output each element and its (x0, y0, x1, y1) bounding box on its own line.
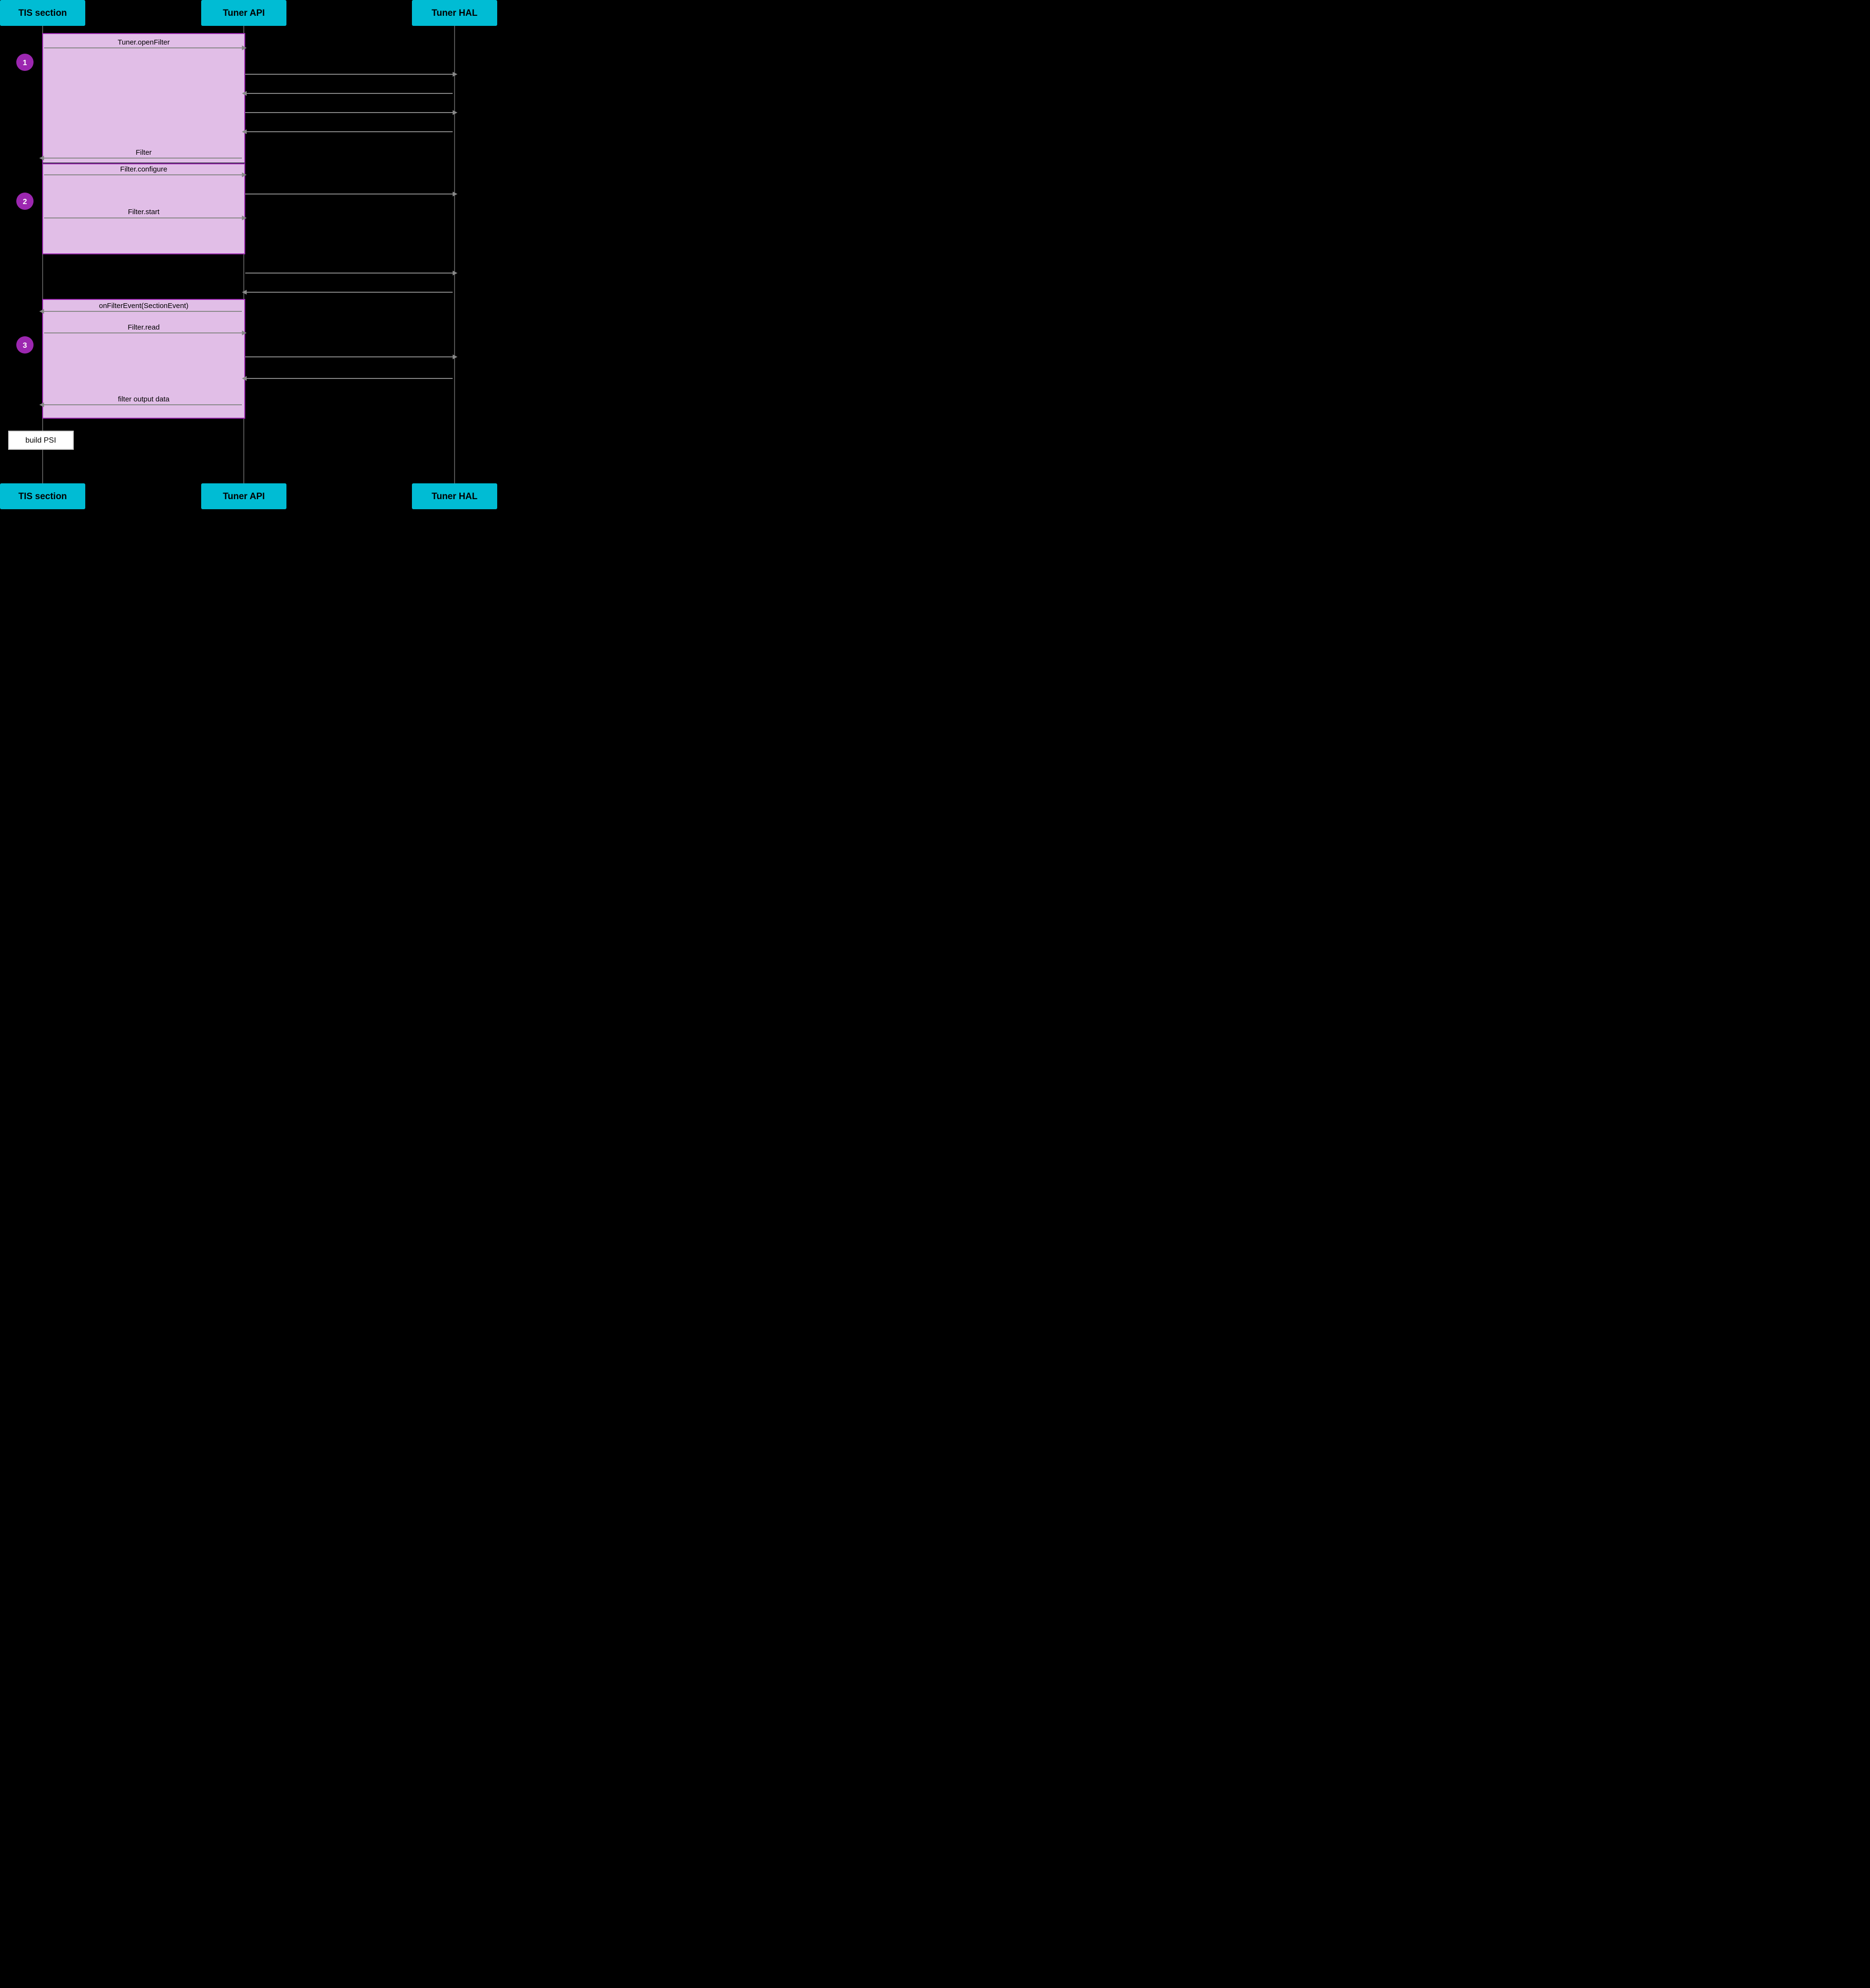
footer-api-label: Tuner API (223, 491, 265, 502)
footer-tis-label: TIS section (18, 491, 67, 502)
diagram-container: TIS section Tuner API Tuner HAL TIS sect… (0, 0, 509, 509)
filter-return-label: Filter (136, 149, 151, 157)
build-psi-label: build PSI (25, 436, 56, 445)
footer-hal-label: Tuner HAL (432, 491, 478, 502)
step-1-label: 1 (23, 59, 27, 67)
tuner-open-filter-label: Tuner.openFilter (118, 38, 170, 46)
header-tis-label: TIS section (18, 8, 67, 18)
filter-read-label: Filter.read (128, 323, 160, 331)
filter-output-label: filter output data (118, 395, 170, 403)
header-hal-label: Tuner HAL (432, 8, 478, 18)
step-2-label: 2 (23, 198, 27, 206)
step-3-label: 3 (23, 342, 27, 350)
filter-configure-label: Filter.configure (120, 165, 167, 173)
filter-start-label: Filter.start (128, 208, 160, 216)
on-filter-event-label: onFilterEvent(SectionEvent) (99, 302, 189, 310)
header-api-label: Tuner API (223, 8, 265, 18)
